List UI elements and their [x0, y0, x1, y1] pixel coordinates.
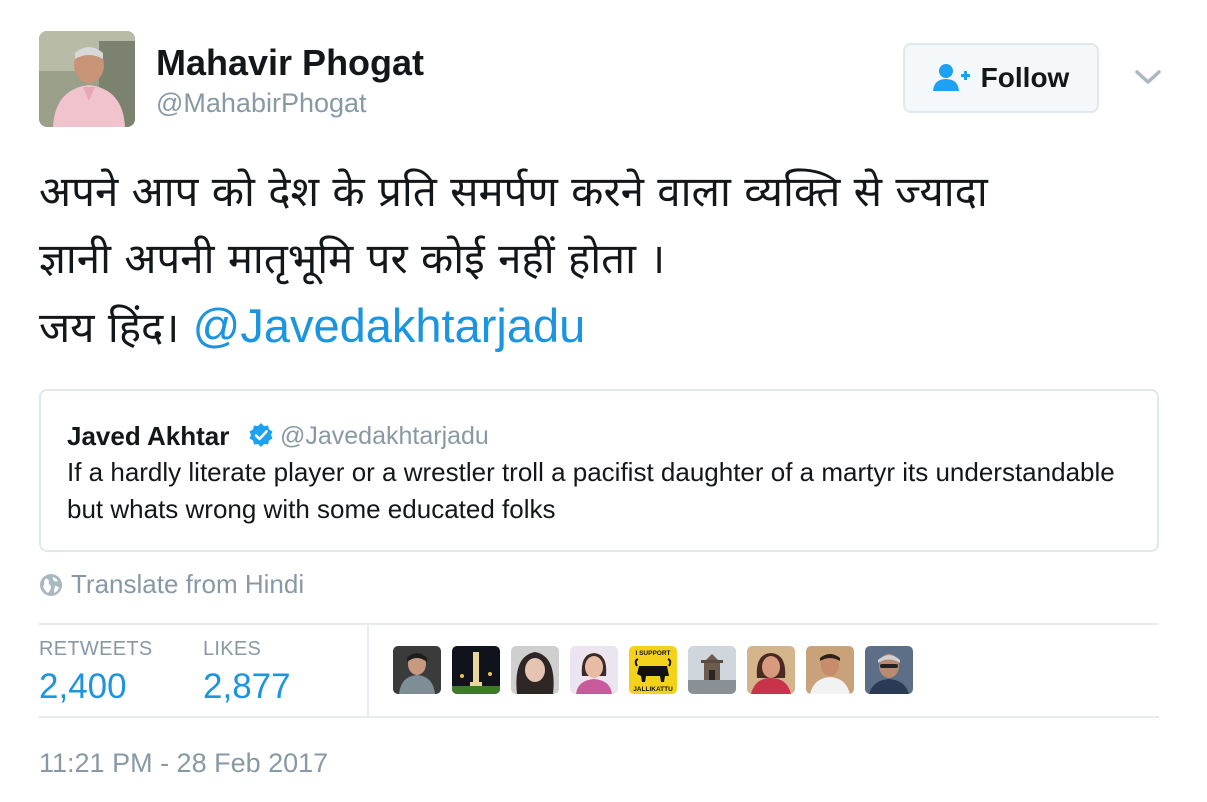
liker-avatar-8[interactable]	[806, 646, 854, 694]
tweet-timestamp[interactable]: 11:21 PM - 28 Feb 2017	[39, 748, 328, 779]
retweets-stat[interactable]: RETWEETS 2,400	[39, 638, 153, 707]
liker-avatar-6[interactable]	[688, 646, 736, 694]
quoted-author-handle: @Javedakhtarjadu	[280, 422, 489, 450]
tweet-text-line-3: जय हिंद। @Javedakhtarjadu	[39, 292, 1179, 361]
liker-avatar-7[interactable]	[747, 646, 795, 694]
bull-avatar-icon: I SUPPORT JALLIKATTU	[629, 646, 677, 694]
tweet-text-jai-hind: जय हिंद।	[39, 303, 180, 352]
author-handle[interactable]: @MahabirPhogat	[156, 88, 367, 119]
tweet-text-line-1: अपने आप को देश के प्रति समर्पण करने वाला…	[39, 167, 988, 216]
person-avatar-icon	[393, 646, 441, 694]
verified-badge-icon	[248, 422, 274, 448]
likers-avatar-list: I SUPPORT JALLIKATTU	[393, 646, 913, 694]
retweets-count: 2,400	[39, 667, 127, 706]
tweet-text-line-2: ज्ञानी अपनी मातृभूमि पर कोई नहीं होता ।	[39, 234, 666, 283]
add-user-icon	[932, 64, 970, 91]
quoted-tweet-text: If a hardly literate player or a wrestle…	[67, 457, 1115, 524]
chevron-down-icon	[1135, 70, 1161, 84]
more-options-button[interactable]	[1133, 64, 1163, 90]
liker-avatar-1[interactable]	[393, 646, 441, 694]
person-avatar-icon	[39, 31, 135, 127]
svg-text:I SUPPORT: I SUPPORT	[635, 650, 670, 657]
liker-avatar-9[interactable]	[865, 646, 913, 694]
retweets-label: RETWEETS	[39, 638, 153, 660]
svg-text:JALLIKATTU: JALLIKATTU	[633, 686, 673, 693]
liker-avatar-4[interactable]	[570, 646, 618, 694]
mention-link[interactable]: @Javedakhtarjadu	[193, 299, 586, 352]
translate-link[interactable]: Translate from Hindi	[39, 569, 304, 600]
likes-label: LIKES	[203, 638, 262, 660]
liker-avatar-5[interactable]: I SUPPORT JALLIKATTU	[629, 646, 677, 694]
person-avatar-icon	[747, 646, 795, 694]
likes-count: 2,877	[203, 667, 291, 706]
stats-bottom-divider	[39, 716, 1159, 718]
follow-button-label: Follow	[980, 62, 1070, 93]
stats-vertical-divider	[367, 625, 369, 717]
author-display-name[interactable]: Mahavir Phogat	[156, 42, 424, 84]
likes-stat[interactable]: LIKES 2,877	[203, 638, 291, 707]
quoted-author-name: Javed Akhtar	[67, 421, 230, 451]
liker-avatar-2[interactable]	[452, 646, 500, 694]
globe-icon	[40, 573, 62, 596]
author-avatar[interactable]	[39, 31, 135, 127]
person-avatar-icon	[865, 646, 913, 694]
quoted-tweet-card[interactable]: Javed Akhtar @Javedakhtarjadu If a hardl…	[39, 389, 1159, 552]
liker-avatar-3[interactable]	[511, 646, 559, 694]
person-avatar-icon	[511, 646, 559, 694]
stats-top-divider	[39, 623, 1159, 625]
person-avatar-icon	[570, 646, 618, 694]
person-avatar-icon	[806, 646, 854, 694]
follow-button[interactable]: Follow	[903, 43, 1099, 113]
building-avatar-icon	[688, 646, 736, 694]
translate-label: Translate from Hindi	[71, 569, 305, 599]
tweet-text: अपने आप को देश के प्रति समर्पण करने वाला…	[39, 158, 1179, 361]
landmark-night-avatar-icon	[452, 646, 500, 694]
